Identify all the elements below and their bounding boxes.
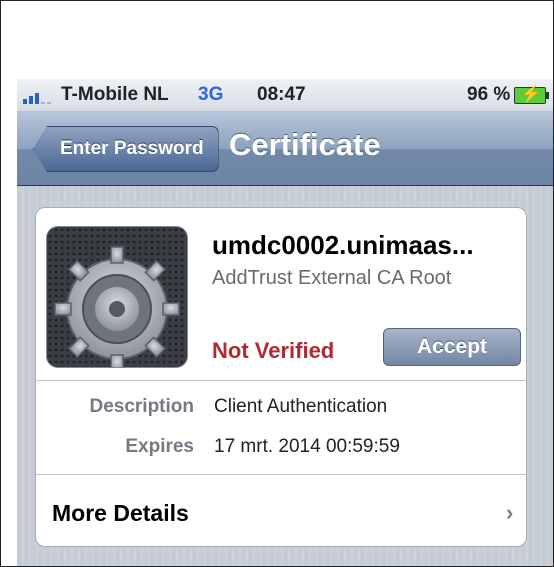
battery-percent: 96 % <box>467 84 511 105</box>
back-button[interactable]: Enter Password <box>33 126 219 172</box>
description-label: Description <box>89 396 194 417</box>
verification-status: Not Verified <box>212 338 335 363</box>
chevron-right-icon: › <box>506 500 514 525</box>
clock: 08:47 <box>257 84 306 105</box>
battery-charging-icon: ⚡ <box>514 86 549 104</box>
certificate-issuer: AddTrust External CA Root <box>212 267 452 289</box>
content-area: umdc0002.unimaas... AddTrust External CA… <box>17 186 553 566</box>
certificate-card: umdc0002.unimaas... AddTrust External CA… <box>35 207 527 547</box>
description-value: Client Authentication <box>214 396 388 417</box>
screenshot-frame: T-Mobile NL 3G 08:47 96 % ⚡ Enter Passwo… <box>0 0 554 567</box>
divider <box>36 380 526 381</box>
more-details-row[interactable]: More Details › <box>36 475 526 545</box>
page-title: Certificate <box>229 127 381 162</box>
status-bar: T-Mobile NL 3G 08:47 96 % ⚡ <box>17 79 553 112</box>
expires-value: 17 mrt. 2014 00:59:59 <box>214 436 400 457</box>
expires-label: Expires <box>125 436 194 457</box>
more-details-label: More Details <box>52 500 189 526</box>
carrier-name: T-Mobile NL <box>61 84 169 105</box>
signal-bars-icon <box>23 93 51 104</box>
navigation-bar: Enter Password Certificate <box>17 112 553 186</box>
gear-icon <box>46 226 188 372</box>
accept-button[interactable]: Accept <box>383 328 521 366</box>
network-type: 3G <box>198 84 224 105</box>
certificate-name: umdc0002.unimaas... <box>212 230 474 260</box>
